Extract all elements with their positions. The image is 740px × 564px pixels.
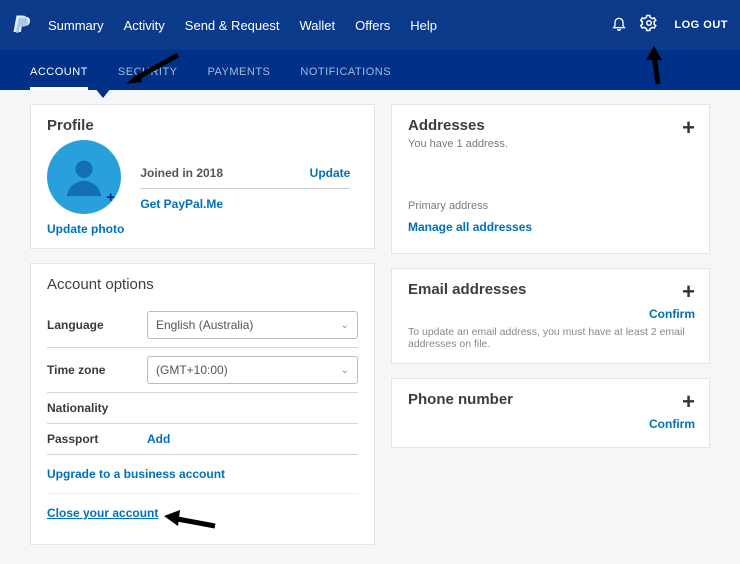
language-value: English (Australia) — [156, 318, 253, 332]
active-tab-notch — [95, 88, 111, 98]
nationality-label: Nationality — [47, 401, 147, 415]
chevron-down-icon: ⌄ — [341, 320, 349, 331]
emails-help-text: To update an email address, you must hav… — [408, 326, 693, 350]
email-confirm-link[interactable]: Confirm — [649, 307, 695, 321]
joined-text: Joined in 2018 — [140, 166, 223, 180]
emails-title: Email addresses — [408, 281, 693, 298]
addresses-card: Addresses You have 1 address. + Primary … — [391, 104, 710, 254]
add-address-button[interactable]: + — [682, 115, 695, 141]
phone-confirm-link[interactable]: Confirm — [649, 417, 695, 431]
nav-activity[interactable]: Activity — [124, 18, 165, 33]
timezone-select[interactable]: (GMT+10:00) ⌄ — [147, 356, 358, 384]
logout-link[interactable]: LOG OUT — [674, 19, 728, 31]
tab-notifications[interactable]: NOTIFICATIONS — [300, 66, 391, 90]
nav-help[interactable]: Help — [410, 18, 437, 33]
manage-addresses-link[interactable]: Manage all addresses — [408, 220, 693, 234]
add-email-button[interactable]: + — [682, 279, 695, 305]
update-profile-link[interactable]: Update — [310, 166, 351, 180]
tab-security[interactable]: SECURITY — [118, 66, 178, 90]
phone-title: Phone number — [408, 391, 693, 408]
passport-label: Passport — [47, 432, 147, 446]
addresses-count: You have 1 address. — [408, 138, 693, 150]
bell-icon[interactable] — [604, 15, 634, 36]
language-label: Language — [47, 318, 147, 332]
gear-icon[interactable] — [634, 14, 664, 37]
add-phone-button[interactable]: + — [682, 389, 695, 415]
timezone-label: Time zone — [47, 363, 147, 377]
emails-card: Email addresses + Confirm To update an e… — [391, 268, 710, 364]
profile-card: Profile + Update photo Joined in 2018 Up… — [30, 104, 375, 249]
profile-title: Profile — [47, 117, 358, 134]
update-photo-link[interactable]: Update photo — [47, 222, 124, 236]
timezone-value: (GMT+10:00) — [156, 363, 228, 377]
passport-add-link[interactable]: Add — [147, 432, 170, 446]
account-options-card: Account options Language English (Austra… — [30, 263, 375, 545]
get-paypalme-link[interactable]: Get PayPal.Me — [140, 197, 350, 211]
nav-offers[interactable]: Offers — [355, 18, 390, 33]
nav-send-request[interactable]: Send & Request — [185, 18, 280, 33]
language-select[interactable]: English (Australia) ⌄ — [147, 311, 358, 339]
avatar-add-icon: + — [106, 189, 115, 206]
phone-card: Phone number + Confirm — [391, 378, 710, 448]
tab-payments[interactable]: PAYMENTS — [208, 66, 271, 90]
top-nav: Summary Activity Send & Request Wallet O… — [0, 0, 740, 50]
close-account-link[interactable]: Close your account — [47, 506, 158, 520]
avatar[interactable]: + — [47, 140, 121, 214]
tab-account[interactable]: ACCOUNT — [30, 66, 88, 90]
upgrade-business-link[interactable]: Upgrade to a business account — [47, 467, 225, 481]
primary-address-label: Primary address — [408, 200, 693, 212]
chevron-down-icon: ⌄ — [341, 365, 349, 376]
paypal-logo-icon — [12, 14, 30, 36]
account-options-title: Account options — [47, 276, 358, 293]
nav-summary[interactable]: Summary — [48, 18, 104, 33]
nav-wallet[interactable]: Wallet — [299, 18, 335, 33]
addresses-title: Addresses — [408, 117, 693, 134]
settings-subnav: ACCOUNT SECURITY PAYMENTS NOTIFICATIONS — [0, 50, 740, 90]
